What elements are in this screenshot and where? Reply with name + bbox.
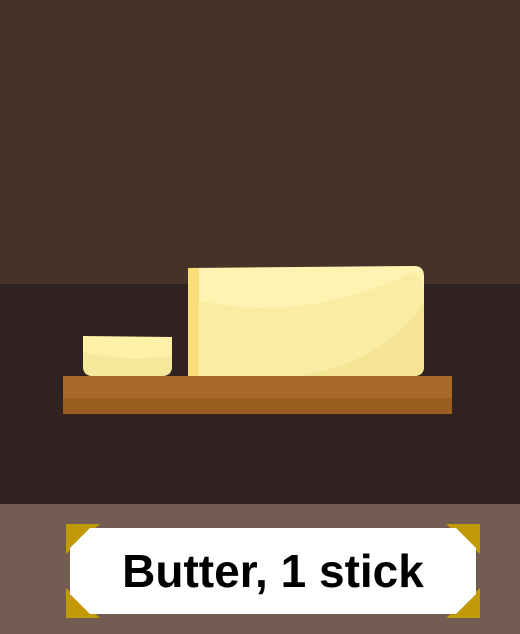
butter-stick-icon — [188, 266, 424, 376]
label-text: Butter, 1 stick — [122, 545, 424, 597]
butter-scene: Butter, 1 stick — [0, 0, 520, 634]
butter-illustration — [63, 266, 452, 414]
item-label: Butter, 1 stick — [66, 524, 480, 618]
cutting-board-icon — [63, 376, 452, 414]
butter-slice-icon — [83, 336, 172, 376]
